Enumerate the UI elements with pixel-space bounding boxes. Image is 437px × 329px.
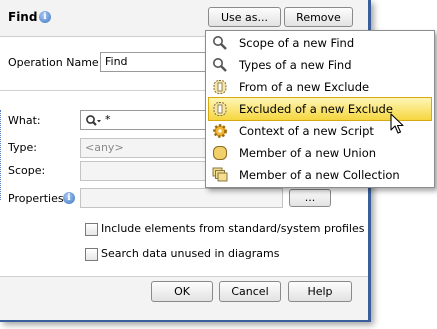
menu-item-from-of-exclude[interactable]: From of a new Exclude bbox=[206, 76, 434, 98]
gear-icon bbox=[213, 124, 227, 138]
search-dropdown-icon[interactable] bbox=[85, 114, 103, 127]
scope-input[interactable] bbox=[80, 161, 206, 181]
search-unused-checkbox[interactable] bbox=[85, 248, 98, 261]
menu-item-label: Member of a new Collection bbox=[239, 168, 400, 182]
exclude-icon bbox=[213, 80, 227, 94]
properties-info-icon[interactable]: i bbox=[63, 192, 75, 204]
menu-item-label: Context of a new Script bbox=[239, 124, 374, 138]
selection-marker bbox=[0, 110, 3, 200]
button-bar: OK Cancel Help bbox=[0, 276, 368, 320]
remove-button[interactable]: Remove bbox=[284, 7, 353, 27]
include-std-checkbox[interactable] bbox=[85, 223, 98, 236]
include-std-label: Include elements from standard/system pr… bbox=[101, 222, 365, 235]
properties-label: Properties: bbox=[8, 192, 68, 205]
type-label: Type: bbox=[8, 141, 37, 154]
search-unused-label: Search data unused in diagrams bbox=[101, 247, 280, 260]
what-value: * bbox=[105, 113, 111, 126]
operation-name-input[interactable]: Find bbox=[100, 52, 206, 72]
dialog-title: Find bbox=[8, 10, 38, 24]
union-icon bbox=[213, 146, 227, 160]
cancel-button[interactable]: Cancel bbox=[219, 281, 281, 302]
what-label: What: bbox=[8, 114, 41, 127]
use-as-menu: Scope of a new Find Types of a new Find … bbox=[205, 30, 435, 188]
use-as-button[interactable]: Use as... bbox=[208, 7, 281, 27]
menu-item-scope-of-find[interactable]: Scope of a new Find bbox=[206, 32, 434, 54]
magnifier-icon bbox=[213, 36, 227, 50]
what-input[interactable]: * bbox=[80, 110, 206, 130]
help-button[interactable]: Help bbox=[288, 281, 352, 302]
menu-item-label: Excluded of a new Exclude bbox=[239, 102, 393, 116]
mouse-cursor-icon bbox=[390, 113, 404, 134]
menu-item-label: Scope of a new Find bbox=[239, 36, 355, 50]
menu-item-label: Member of a new Union bbox=[239, 146, 377, 160]
scope-label: Scope: bbox=[8, 164, 46, 177]
exclude-icon bbox=[213, 102, 227, 116]
magnifier-icon bbox=[213, 58, 227, 72]
properties-ellipsis-button[interactable]: ... bbox=[289, 189, 331, 207]
type-input[interactable]: <any> bbox=[80, 138, 206, 158]
operation-name-label: Operation Name: bbox=[8, 56, 103, 69]
menu-item-label: Types of a new Find bbox=[239, 58, 352, 72]
collection-icon bbox=[212, 167, 228, 182]
info-icon[interactable]: i bbox=[39, 11, 51, 23]
menu-item-member-of-collection[interactable]: Member of a new Collection bbox=[206, 164, 434, 186]
menu-item-label: From of a new Exclude bbox=[239, 80, 370, 94]
ok-button[interactable]: OK bbox=[151, 281, 213, 302]
menu-item-types-of-find[interactable]: Types of a new Find bbox=[206, 54, 434, 76]
menu-item-member-of-union[interactable]: Member of a new Union bbox=[206, 142, 434, 164]
properties-input[interactable] bbox=[80, 188, 283, 208]
